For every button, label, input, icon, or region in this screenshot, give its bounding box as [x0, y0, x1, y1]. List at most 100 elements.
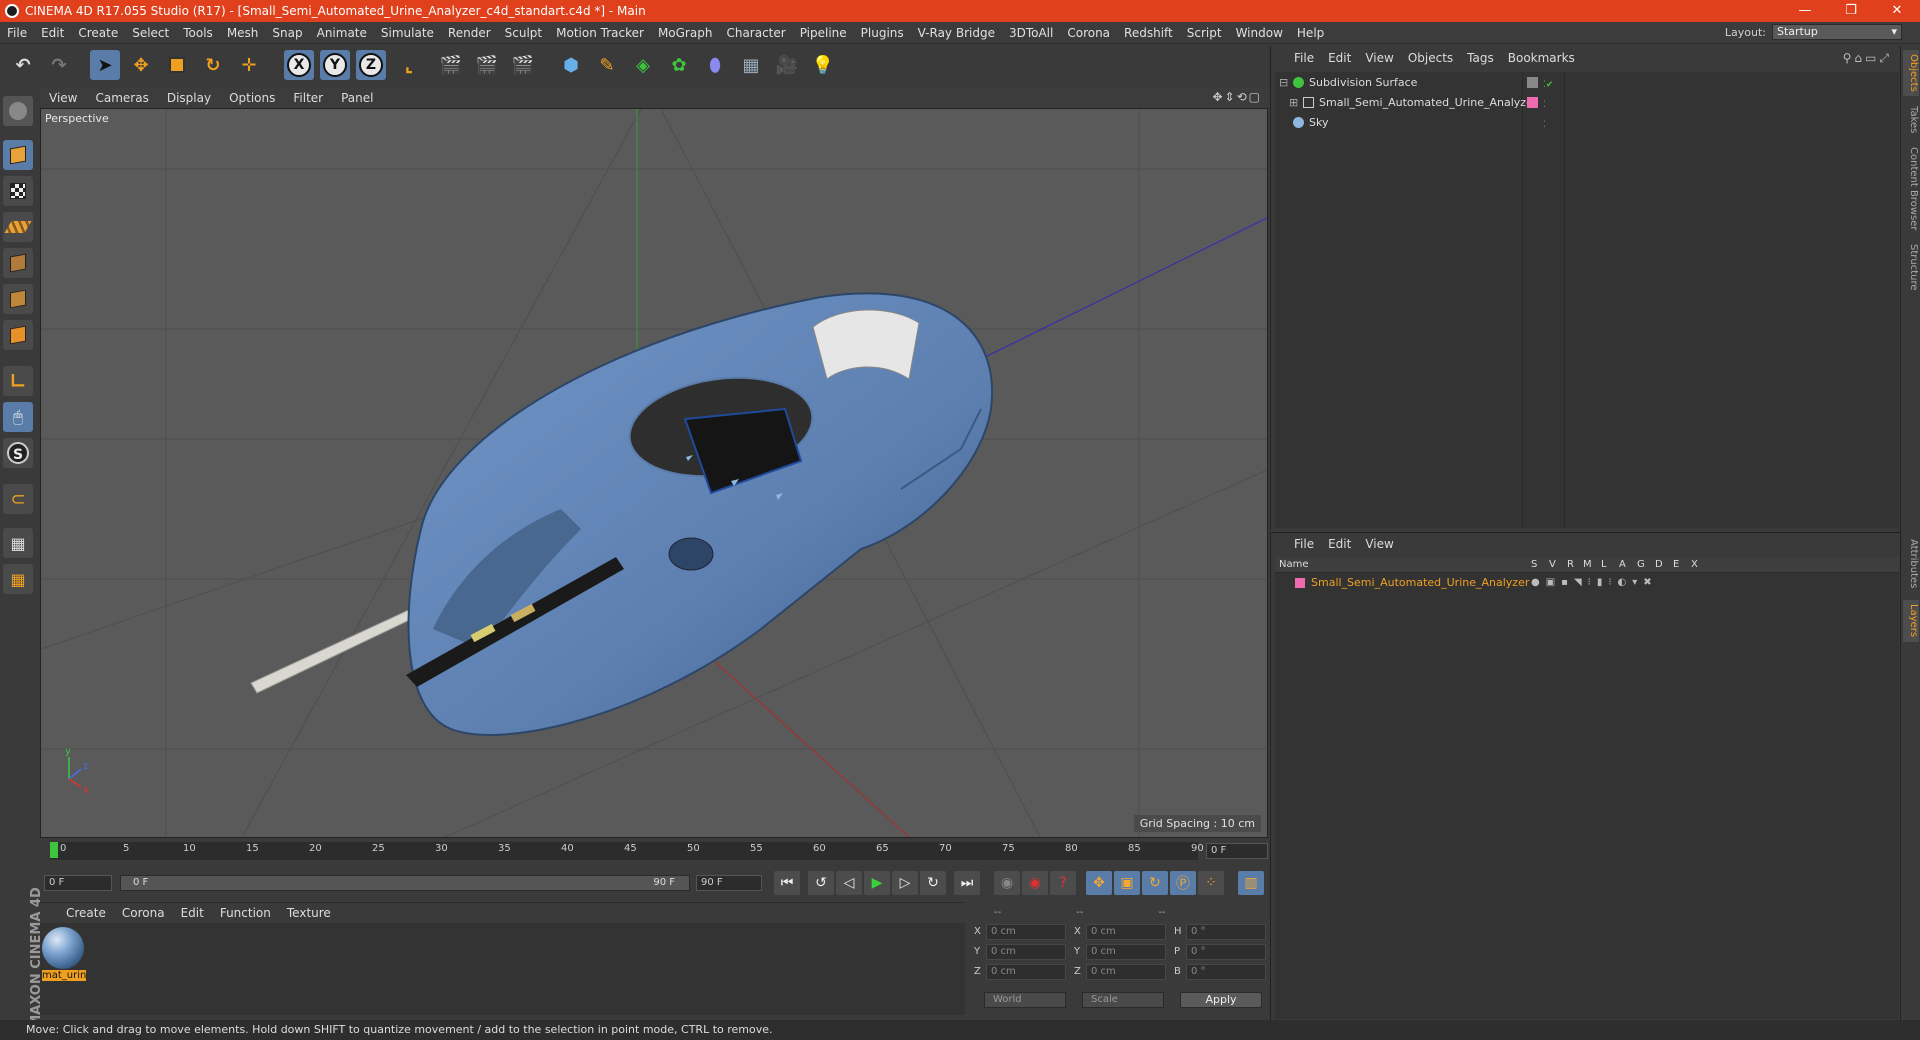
menu-help[interactable]: Help [1290, 26, 1331, 40]
tab-attributes[interactable]: Attributes [1903, 534, 1919, 594]
layer-col-name[interactable]: Name [1279, 557, 1309, 573]
edges-mode-icon[interactable] [3, 284, 33, 314]
autokeying-icon[interactable]: ◉ [1022, 871, 1048, 895]
tab-takes[interactable]: Takes [1903, 102, 1919, 138]
object-row-analyzer[interactable]: ⊞ Small_Semi_Automated_Urine_Analyzer ⁚ [1275, 93, 1899, 112]
render-view-icon[interactable]: 🎬 [436, 50, 466, 80]
key-parameter-icon[interactable]: Ⓟ [1170, 871, 1196, 895]
menu-create[interactable]: Create [71, 26, 125, 40]
y-axis-lock-button[interactable]: Y [320, 50, 350, 80]
viewport-menu-filter[interactable]: Filter [284, 91, 332, 105]
current-frame-field[interactable]: 0 F [1206, 843, 1268, 859]
layer-col-render[interactable]: R [1567, 557, 1574, 573]
snapping-icon[interactable]: S [3, 438, 33, 468]
layer-col-solo[interactable]: S [1531, 557, 1537, 573]
tab-objects[interactable]: Objects [1903, 50, 1919, 96]
layer-menu-edit[interactable]: Edit [1321, 537, 1358, 551]
render-settings-icon[interactable]: 🎬 [508, 50, 538, 80]
magnet-icon[interactable]: ⊂ [3, 484, 33, 514]
menu-render[interactable]: Render [441, 26, 498, 40]
menu-vray-bridge[interactable]: V-Ray Bridge [911, 26, 1002, 40]
rotation-p-field[interactable]: 0 ° [1186, 944, 1266, 960]
size-x-field[interactable]: 0 cm [1086, 924, 1166, 940]
viewport-menu-panel[interactable]: Panel [332, 91, 382, 105]
menu-redshift[interactable]: Redshift [1117, 26, 1180, 40]
live-selection-icon[interactable]: ➤ [90, 50, 120, 80]
rotation-h-field[interactable]: 0 ° [1186, 924, 1266, 940]
next-frame-icon[interactable]: ▷ [892, 871, 918, 895]
cube-object-icon[interactable]: ⬢ [556, 50, 586, 80]
coordinate-system-icon[interactable]: ⌞ [394, 50, 424, 80]
rotate-tool-icon[interactable]: ↻ [198, 50, 228, 80]
menu-file[interactable]: File [0, 26, 34, 40]
menu-mesh[interactable]: Mesh [220, 26, 266, 40]
menu-animate[interactable]: Animate [310, 26, 374, 40]
position-z-field[interactable]: 0 cm [986, 964, 1066, 980]
play-forward-icon[interactable]: ▶ [864, 871, 890, 895]
menu-window[interactable]: Window [1229, 26, 1290, 40]
layer-col-expressions[interactable]: E [1673, 557, 1679, 573]
recent-tools-icon[interactable]: ✛ [234, 50, 264, 80]
object-manager-search-icon[interactable]: ⚲⌂▭⤢ [1843, 51, 1892, 66]
redo-icon[interactable]: ↷ [44, 50, 74, 80]
layer-col-animation[interactable]: A [1619, 557, 1626, 573]
size-y-field[interactable]: 0 cm [1086, 944, 1166, 960]
menu-corona[interactable]: Corona [1060, 26, 1117, 40]
scale-tool-icon[interactable] [162, 50, 192, 80]
viewport-menu-display[interactable]: Display [158, 91, 220, 105]
menu-plugins[interactable]: Plugins [854, 26, 911, 40]
object-row-subdivision-surface[interactable]: ⊟ Subdivision Surface ⁚✔ [1275, 73, 1899, 92]
preview-range-slider[interactable]: 0 F 90 F [120, 875, 690, 891]
object-menu-objects[interactable]: Objects [1401, 51, 1460, 65]
menu-motion-tracker[interactable]: Motion Tracker [549, 26, 651, 40]
keyframe-selection-icon[interactable]: ? [1050, 871, 1076, 895]
material-menu-function[interactable]: Function [212, 906, 279, 920]
previous-frame-icon[interactable]: ◁ [836, 871, 862, 895]
tab-content-browser[interactable]: Content Browser [1903, 144, 1919, 234]
material-menu-edit[interactable]: Edit [173, 906, 212, 920]
material-menu-create[interactable]: Create [58, 906, 114, 920]
polygons-mode-icon[interactable] [3, 320, 33, 350]
timeline-window-icon[interactable]: ▥ [1238, 871, 1264, 895]
close-button[interactable]: ✕ [1874, 0, 1920, 22]
size-mode-dropdown[interactable]: Scale [1082, 992, 1164, 1008]
layer-menu-view[interactable]: View [1358, 537, 1400, 551]
timeline-ruler[interactable]: 0 5 10 15 20 25 30 35 40 45 50 55 60 65 … [40, 840, 1268, 862]
apply-button[interactable]: Apply [1180, 992, 1262, 1008]
layer-col-manager[interactable]: M [1583, 557, 1592, 573]
layer-col-deformers[interactable]: D [1655, 557, 1663, 573]
playhead-marker[interactable] [50, 842, 58, 858]
end-frame-field[interactable]: 90 F [696, 875, 762, 891]
subdivision-surface-icon[interactable]: ◈ [628, 50, 658, 80]
collapse-toggle-icon[interactable]: ⊟ [1279, 73, 1288, 92]
key-position-icon[interactable]: ✥ [1086, 871, 1112, 895]
make-editable-icon[interactable] [3, 96, 33, 126]
texture-mode-icon[interactable] [3, 176, 33, 206]
workplane-mode-icon[interactable] [3, 212, 33, 242]
move-tool-icon[interactable]: ✥ [126, 50, 156, 80]
layer-row[interactable]: Small_Semi_Automated_Urine_Analyzer ●▣▪◥… [1275, 575, 1899, 591]
menu-character[interactable]: Character [719, 26, 792, 40]
3d-viewport[interactable]: y z x Perspective Grid Spacing : 10 cm [40, 108, 1268, 838]
viewport-menu-cameras[interactable]: Cameras [86, 91, 157, 105]
menu-snap[interactable]: Snap [265, 26, 309, 40]
tweak-mode-icon[interactable]: 🖱 [3, 402, 33, 432]
material-menu-corona[interactable]: Corona [114, 906, 173, 920]
material-swatch[interactable]: mat_urin [42, 927, 86, 981]
visibility-dots-icon[interactable]: ⁚ [1543, 116, 1546, 135]
menu-3dtoall[interactable]: 3DToAll [1002, 26, 1060, 40]
menu-pipeline[interactable]: Pipeline [793, 26, 854, 40]
expand-toggle-icon[interactable]: ⊞ [1289, 93, 1298, 112]
axis-mode-icon[interactable]: ∟ [3, 366, 33, 396]
cloner-icon[interactable]: ✿ [664, 50, 694, 80]
menu-simulate[interactable]: Simulate [374, 26, 441, 40]
size-z-field[interactable]: 0 cm [1086, 964, 1166, 980]
coordinate-mode-dropdown[interactable]: World [984, 992, 1066, 1008]
deformer-icon[interactable]: ⬮ [700, 50, 730, 80]
light-object-icon[interactable]: 💡 [808, 50, 838, 80]
layer-col-xref[interactable]: X [1691, 557, 1698, 573]
object-row-sky[interactable]: Sky ⁚ [1275, 113, 1899, 132]
object-menu-view[interactable]: View [1358, 51, 1400, 65]
record-active-objects-icon[interactable]: ◉ [994, 871, 1020, 895]
camera-object-icon[interactable]: 🎥 [772, 50, 802, 80]
